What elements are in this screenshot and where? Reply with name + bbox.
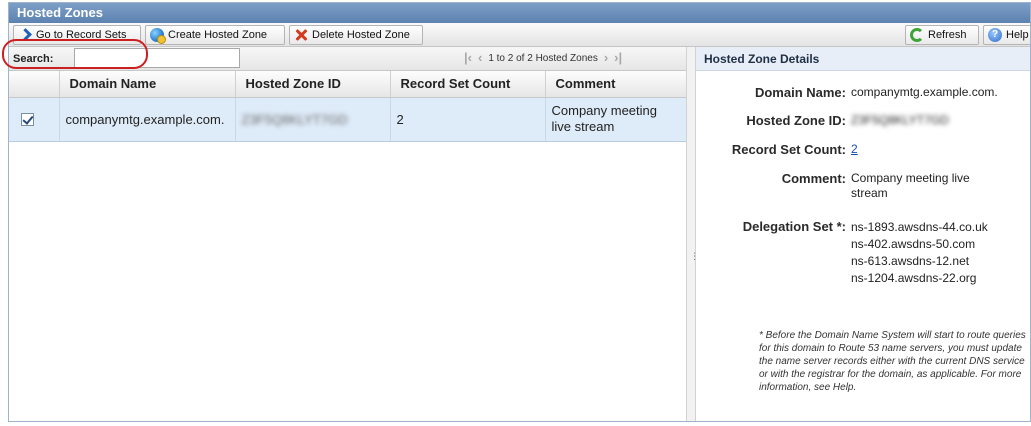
last-page-icon[interactable]: ›|: [614, 51, 622, 65]
search-input[interactable]: [74, 48, 240, 68]
column-header-hosted-zone-id[interactable]: Hosted Zone ID: [235, 71, 391, 98]
column-header-comment[interactable]: Comment: [545, 71, 687, 98]
delegation-footnote: * Before the Domain Name System will sta…: [759, 330, 1026, 393]
go-to-record-sets-button[interactable]: Go to Record Sets: [13, 25, 141, 45]
detail-label: Hosted Zone ID:: [746, 113, 846, 128]
create-hosted-zone-label: Create Hosted Zone: [168, 29, 268, 41]
detail-value: Company meeting live stream: [851, 171, 970, 200]
hosted-zone-id-cell: Z3F5Q8KLYT7GD: [235, 97, 391, 142]
detail-value-wrap: 2: [851, 142, 1029, 157]
delete-x-icon: [294, 28, 308, 42]
name-server: ns-1893.awsdns-44.co.uk: [851, 220, 988, 234]
help-label: Help: [1006, 29, 1029, 41]
hosted-zones-list: Search: |‹ ‹ 1 to 2 of 2 Hosted Zones › …: [9, 47, 687, 421]
hosted-zone-id-value: Z3F5Q8KLYT7GD: [241, 111, 348, 127]
detail-label: Comment:: [781, 171, 846, 186]
search-bar: Search: |‹ ‹ 1 to 2 of 2 Hosted Zones › …: [9, 47, 686, 71]
go-to-record-sets-label: Go to Record Sets: [36, 29, 127, 41]
name-server: ns-402.awsdns-50.com: [851, 237, 976, 251]
pager-text: 1 to 2 of 2 Hosted Zones: [488, 52, 598, 64]
row-checkbox[interactable]: [21, 112, 34, 126]
hosted-zones-panel: Hosted Zones Go to Record Sets Create Ho…: [8, 2, 1031, 422]
globe-add-icon: [150, 28, 166, 44]
refresh-label: Refresh: [928, 29, 967, 41]
comment-cell: Company meeting live stream: [545, 97, 687, 142]
column-header-domain-name[interactable]: Domain Name: [59, 71, 236, 98]
previous-page-icon[interactable]: ‹: [478, 51, 482, 65]
search-label: Search:: [13, 53, 54, 65]
arrow-right-icon: [18, 28, 32, 42]
detail-label: Delegation Set *:: [742, 219, 846, 234]
help-button[interactable]: ? Help: [983, 25, 1030, 45]
hosted-zones-table: Domain Name Hosted Zone ID Record Set Co…: [9, 71, 687, 142]
toolbar: Go to Record Sets Create Hosted Zone Del…: [9, 23, 1030, 47]
delete-hosted-zone-button[interactable]: Delete Hosted Zone: [289, 25, 423, 45]
record-set-count-link[interactable]: 2: [851, 142, 858, 156]
help-icon: ?: [988, 28, 1002, 42]
detail-label: Record Set Count:: [731, 142, 846, 157]
record-set-count-cell: 2: [390, 97, 546, 142]
row-select-cell: [9, 97, 60, 142]
detail-label: Domain Name:: [754, 85, 846, 100]
table-header: Domain Name Hosted Zone ID Record Set Co…: [9, 71, 687, 98]
refresh-icon: [910, 28, 924, 42]
table-row[interactable]: companymtg.example.com. Z3F5Q8KLYT7GD 2 …: [9, 97, 687, 142]
first-page-icon[interactable]: |‹: [464, 51, 472, 65]
create-hosted-zone-button[interactable]: Create Hosted Zone: [145, 25, 285, 45]
delete-hosted-zone-label: Delete Hosted Zone: [312, 29, 410, 41]
column-header-record-set-count[interactable]: Record Set Count: [390, 71, 546, 98]
name-server: ns-613.awsdns-12.net: [851, 254, 970, 268]
delegation-set-list: ns-1893.awsdns-44.co.uk ns-402.awsdns-50…: [851, 219, 1029, 287]
panel-title: Hosted Zones: [9, 3, 1030, 23]
panel-splitter[interactable]: ⋮: [686, 47, 699, 421]
refresh-button[interactable]: Refresh: [905, 25, 979, 45]
details-heading: Hosted Zone Details: [696, 47, 1030, 71]
domain-name-cell: companymtg.example.com.: [59, 97, 236, 142]
select-column-header: [9, 71, 60, 98]
detail-value: Z3F5Q8KLYT7GD: [851, 113, 949, 127]
name-server: ns-1204.awsdns-22.org: [851, 271, 977, 285]
detail-value: companymtg.example.com.: [851, 85, 998, 99]
pager: |‹ ‹ 1 to 2 of 2 Hosted Zones › ›|: [464, 51, 622, 65]
next-page-icon[interactable]: ›: [604, 51, 608, 65]
hosted-zone-details-panel: Hosted Zone Details Domain Name: company…: [696, 47, 1030, 421]
